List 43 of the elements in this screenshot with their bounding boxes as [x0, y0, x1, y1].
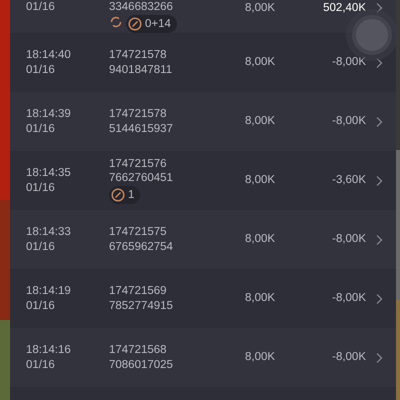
row-id: 174721568 — [109, 343, 168, 358]
row-date: 01/16 — [26, 358, 56, 372]
row-time: 18:14:39 — [26, 107, 72, 122]
row-id: 174721569 — [109, 284, 168, 298]
row-result: 502,40K — [322, 1, 366, 16]
row-id: 7662760451 — [109, 171, 174, 186]
row-date: 01/16 — [26, 180, 56, 195]
row-date: 01/16 — [26, 62, 56, 77]
badge-count: 1 — [128, 188, 134, 203]
row-id: 174721576 — [109, 156, 168, 171]
row-time: 18:14:16 — [26, 343, 72, 358]
row-id: 3346683266 — [109, 0, 174, 14]
refresh-icon — [109, 15, 123, 30]
row-date: 01/16 — [26, 0, 56, 14]
row-amount: 8,00K — [244, 172, 276, 188]
row-result: -8,00K — [331, 114, 366, 129]
row-result: -3,60K — [331, 172, 366, 188]
row-amount: 8,00K — [244, 350, 276, 365]
row-amount: 8,00K — [244, 114, 276, 129]
row-id: 9401847811 — [109, 62, 174, 77]
row-result: -8,00K — [331, 350, 366, 365]
row-date: 01/16 — [26, 122, 56, 136]
row-id: 7852774915 — [109, 298, 174, 313]
row-time: 18:14:35 — [26, 166, 72, 180]
row-result: -8,00K — [331, 54, 366, 70]
row-result: -8,00K — [331, 290, 366, 306]
row-date: 01/16 — [26, 240, 56, 254]
row-amount: 8,00K — [244, 54, 276, 70]
row-result: -8,00K — [331, 232, 366, 247]
row-amount: 8,00K — [244, 1, 276, 16]
row-id: 7086017025 — [109, 358, 174, 372]
row-date: 01/16 — [26, 298, 56, 313]
row-amount: 8,00K — [244, 232, 276, 247]
row-amount: 8,00K — [244, 290, 276, 306]
row-id: 174721578 — [109, 107, 168, 122]
row-time: 18:14:19 — [26, 284, 72, 298]
row-time: 18:14:40 — [26, 48, 72, 62]
row-id: 174721578 — [109, 48, 168, 62]
row-id: 5144615937 — [109, 122, 174, 136]
row-id: 174721575 — [109, 225, 168, 240]
row-id: 6765962754 — [109, 240, 174, 254]
badge-count: 0+14 — [145, 17, 171, 32]
row-time: 18:14:33 — [26, 225, 72, 240]
